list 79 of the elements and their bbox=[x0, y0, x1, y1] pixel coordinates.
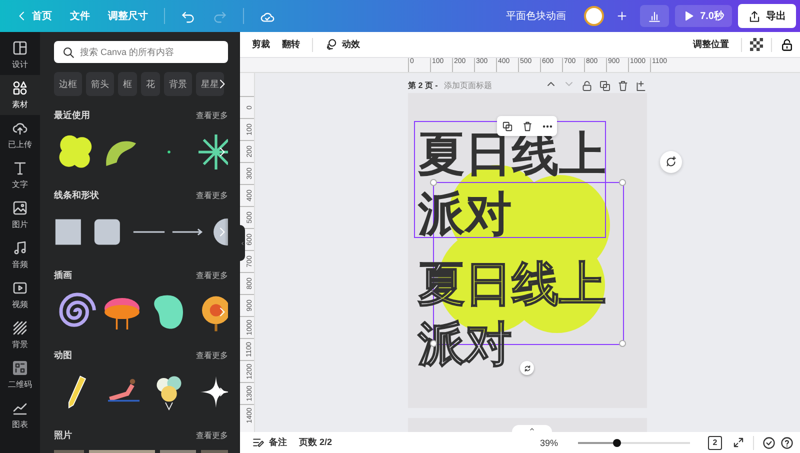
sidebar-item[interactable]: 背景 bbox=[0, 315, 40, 355]
qr-code-icon bbox=[12, 360, 28, 376]
export-button[interactable]: 导出 bbox=[738, 4, 796, 28]
resize-handle[interactable] bbox=[619, 179, 626, 186]
bar-chart-icon bbox=[648, 10, 662, 22]
duplicate-icon bbox=[599, 80, 611, 92]
play-button[interactable]: 7.0秒 bbox=[675, 5, 732, 27]
sidebar-item[interactable]: 素材 bbox=[0, 75, 40, 115]
pages-view-button[interactable]: 2 bbox=[708, 436, 722, 450]
sidebar-item[interactable]: 二维码 bbox=[0, 355, 40, 395]
transparency-icon[interactable] bbox=[750, 38, 763, 51]
lock-icon bbox=[780, 38, 794, 52]
sidebar-item[interactable]: 文字 bbox=[0, 155, 40, 195]
share-icon bbox=[748, 10, 761, 22]
see-more-link[interactable]: 查看更多 bbox=[196, 270, 228, 280]
see-more-link[interactable]: 查看更多 bbox=[196, 190, 228, 200]
sidebar-item[interactable]: 图片 bbox=[0, 195, 40, 235]
comment-add-icon bbox=[665, 156, 677, 168]
filter-chip[interactable]: 框 bbox=[118, 72, 137, 96]
cloud-upload-icon bbox=[12, 120, 28, 136]
video-play-icon bbox=[12, 280, 28, 296]
section-title: 最近使用 bbox=[54, 108, 90, 122]
search-field[interactable]: 搜索 Canva 的所有内容 bbox=[54, 41, 228, 63]
see-more-link[interactable]: 查看更多 bbox=[196, 350, 228, 360]
sidebar-item[interactable]: 图表 bbox=[0, 395, 40, 435]
duplicate-icon bbox=[502, 120, 512, 132]
trash-icon bbox=[522, 120, 532, 132]
search-icon bbox=[62, 46, 75, 59]
page-count-button[interactable]: 页数 2/2 bbox=[295, 434, 336, 451]
redo-icon bbox=[213, 9, 227, 23]
section-title: 插画 bbox=[54, 268, 72, 282]
section-title: 线条和形状 bbox=[54, 188, 99, 202]
resize-handle[interactable] bbox=[619, 340, 626, 347]
position-button[interactable]: 调整位置 bbox=[689, 35, 733, 54]
layout-icon bbox=[12, 40, 28, 56]
rotate-icon bbox=[522, 364, 532, 372]
resize-handle[interactable] bbox=[430, 179, 437, 186]
page-number: 第 2 页 - bbox=[408, 80, 438, 91]
trash-icon bbox=[617, 80, 629, 92]
toolbar-button[interactable]: 翻转 bbox=[278, 35, 304, 54]
insights-button[interactable] bbox=[640, 5, 670, 27]
image-icon bbox=[12, 200, 28, 216]
music-note-icon bbox=[12, 240, 28, 256]
chevron-left-icon bbox=[240, 240, 245, 246]
rotate-handle[interactable] bbox=[520, 361, 534, 375]
notes-icon bbox=[252, 436, 265, 449]
avatar-icon[interactable] bbox=[584, 6, 604, 26]
play-icon bbox=[683, 10, 696, 22]
sidebar-item[interactable]: 设计 bbox=[0, 35, 40, 75]
hatch-pattern-icon bbox=[12, 320, 28, 336]
section-title: 动图 bbox=[54, 348, 72, 362]
sidebar-item[interactable]: 音频 bbox=[0, 235, 40, 275]
shapes-icon bbox=[12, 80, 28, 96]
unlock-icon bbox=[581, 80, 593, 92]
filter-chip[interactable]: 背景 bbox=[164, 72, 192, 96]
sidebar-item[interactable]: 视频 bbox=[0, 275, 40, 315]
notes-button[interactable]: 备注 bbox=[248, 434, 291, 451]
filter-chip[interactable]: 星星 bbox=[196, 72, 224, 96]
animate-circles-icon bbox=[325, 38, 338, 51]
text-icon bbox=[12, 160, 28, 176]
plus-icon bbox=[616, 10, 628, 22]
fullscreen-icon bbox=[732, 436, 745, 449]
help-icon bbox=[780, 436, 794, 450]
toolbar-button[interactable]: 剪裁 bbox=[248, 35, 274, 54]
comment-button[interactable] bbox=[660, 151, 682, 173]
filter-chip[interactable]: 花 bbox=[141, 72, 160, 96]
see-more-link[interactable]: 查看更多 bbox=[196, 430, 228, 440]
filter-chip[interactable]: 箭头 bbox=[86, 72, 114, 96]
sidebar-item[interactable]: 已上传 bbox=[0, 115, 40, 155]
filter-chip[interactable]: 边框 bbox=[54, 72, 82, 96]
section-title: 照片 bbox=[54, 428, 72, 442]
zoom-level: 39% bbox=[540, 438, 558, 448]
see-more-link[interactable]: 查看更多 bbox=[196, 110, 228, 120]
animate-button[interactable]: 动效 bbox=[321, 35, 364, 54]
check-circle-icon bbox=[762, 436, 776, 450]
add-page-icon bbox=[635, 80, 647, 92]
collapse-panel-tab[interactable] bbox=[240, 225, 245, 261]
undo-icon bbox=[181, 9, 195, 23]
design-title[interactable]: 平面色块动画 bbox=[506, 9, 566, 23]
